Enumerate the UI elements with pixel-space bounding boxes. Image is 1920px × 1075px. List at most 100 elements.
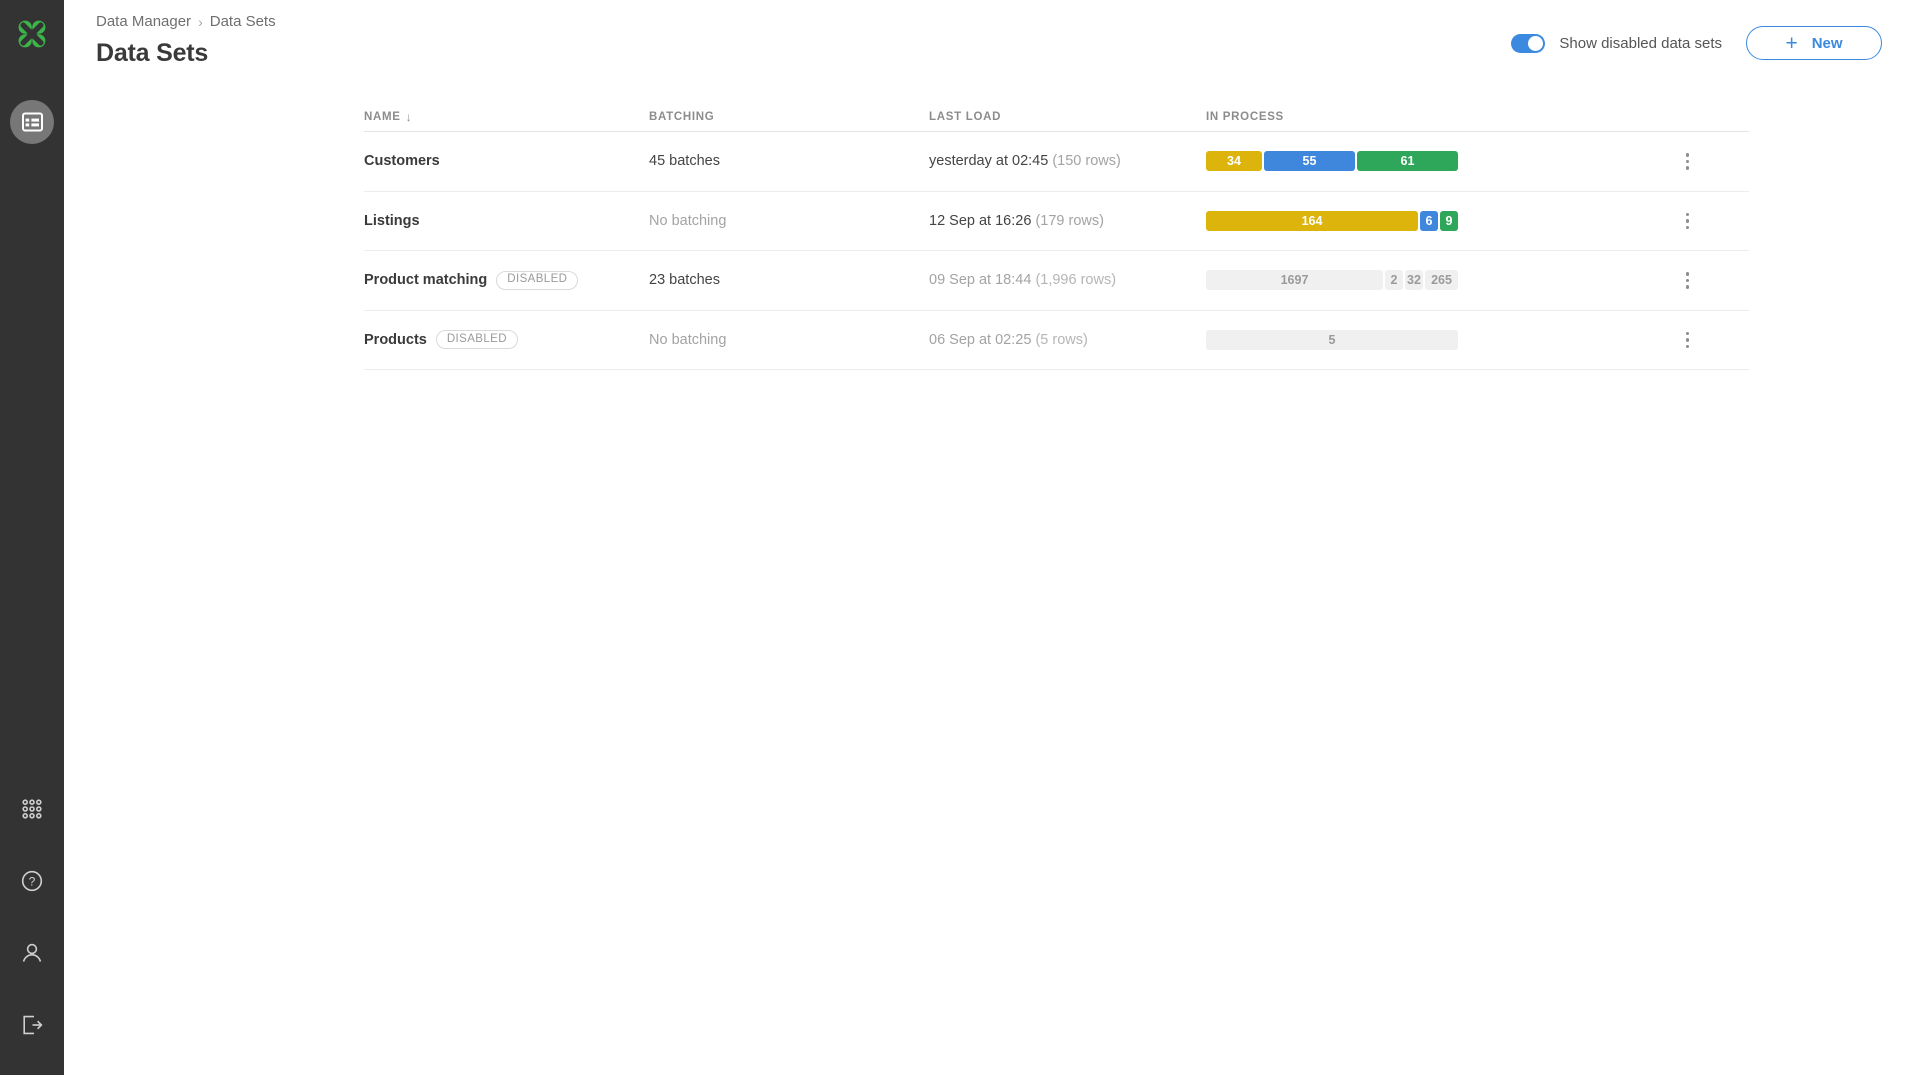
cell-batching: No batching: [649, 213, 929, 229]
table-row[interactable]: Listings No batching 12 Sep at 16:26 (179 …: [364, 192, 1749, 252]
toggle-knob: [1528, 36, 1543, 51]
in-process-segment: 55: [1264, 151, 1355, 171]
breadcrumb-item-data-sets[interactable]: Data Sets: [210, 12, 276, 32]
status-badge: DISABLED: [496, 271, 578, 290]
in-process-bar: 16469: [1206, 211, 1458, 231]
data-set-name[interactable]: ProductsDISABLED: [364, 330, 518, 349]
data-set-name[interactable]: Product matching DISABLED: [364, 271, 578, 290]
page-title: Data Sets: [96, 39, 276, 68]
last-load-when: yesterday at 02:45: [929, 153, 1048, 169]
last-load-rows: (150 rows): [1052, 153, 1121, 169]
column-header-in-process[interactable]: IN PROCESS: [1206, 111, 1626, 123]
clover-logo-icon: [13, 15, 51, 53]
kebab-menu-icon[interactable]: [1675, 145, 1701, 177]
in-process-bar: 1697232265: [1206, 270, 1458, 290]
kebab-menu-icon[interactable]: [1675, 205, 1701, 237]
in-process-segment: 265: [1425, 270, 1458, 290]
main-content: Data Manager › Data Sets Data Sets Show …: [64, 0, 1920, 1075]
sidebar-item-account[interactable]: [12, 933, 52, 973]
column-header-name[interactable]: NAME ↓: [364, 111, 649, 123]
cell-name: Listings: [364, 213, 649, 229]
data-set-name[interactable]: Customers: [364, 153, 440, 169]
new-button-label: New: [1812, 35, 1843, 52]
user-icon: [21, 942, 43, 964]
cell-last-load: yesterday at 02:45 (150 rows): [929, 153, 1206, 169]
batching-value: 45 batches: [649, 153, 720, 169]
in-process-bar: 345561: [1206, 151, 1458, 171]
last-load-value: 06 Sep at 02:25 (5 rows): [929, 332, 1088, 348]
cell-actions: [1626, 205, 1749, 237]
in-process-bar: 5: [1206, 330, 1458, 350]
last-load-value: 09 Sep at 18:44 (1,996 rows): [929, 272, 1116, 288]
breadcrumb-separator-icon: ›: [198, 12, 203, 32]
column-header-name-label: NAME: [364, 111, 401, 123]
last-load-when: 06 Sep at 02:25: [929, 332, 1031, 348]
in-process-segment: 5: [1206, 330, 1458, 350]
cell-batching: No batching: [649, 332, 929, 348]
sidebar-item-apps[interactable]: [12, 789, 52, 829]
data-sets-table: NAME ↓ BATCHING LAST LOAD IN PROCESS Cus…: [364, 102, 1749, 370]
last-load-rows: (5 rows): [1035, 332, 1087, 348]
cell-last-load: 12 Sep at 16:26 (179 rows): [929, 213, 1206, 229]
sidebar-nav-top: [10, 100, 54, 144]
data-set-name-label: Product matching: [364, 272, 487, 288]
svg-text:?: ?: [29, 875, 36, 889]
cell-batching: 23 batches: [649, 272, 929, 288]
title-block: Data Manager › Data Sets Data Sets: [96, 0, 276, 68]
cell-batching: 45 batches: [649, 153, 929, 169]
breadcrumb-item-data-manager[interactable]: Data Manager: [96, 12, 191, 32]
sidebar-item-logout[interactable]: [12, 1005, 52, 1045]
batching-value: 23 batches: [649, 272, 720, 288]
kebab-menu-icon[interactable]: [1675, 264, 1701, 296]
in-process-segment: 32: [1405, 270, 1423, 290]
apps-grid-icon: [22, 799, 42, 819]
cell-in-process: 345561: [1206, 151, 1626, 171]
in-process-segment: 6: [1420, 211, 1438, 231]
cell-in-process: 16469: [1206, 211, 1626, 231]
sidebar: ?: [0, 0, 64, 1075]
cell-name: Customers: [364, 153, 649, 169]
logout-icon: [21, 1014, 43, 1036]
cell-last-load: 09 Sep at 18:44 (1,996 rows): [929, 272, 1206, 288]
app-root: ? Data Manager: [0, 0, 1920, 1075]
table-row[interactable]: Customers 45 batches yesterday at 02:45 (1…: [364, 132, 1749, 192]
table-header-row: NAME ↓ BATCHING LAST LOAD IN PROCESS: [364, 102, 1749, 132]
data-set-name[interactable]: Listings: [364, 213, 420, 229]
cell-actions: [1626, 264, 1749, 296]
data-manager-icon: [22, 112, 43, 132]
sidebar-item-data-manager[interactable]: [10, 100, 54, 144]
data-set-name-label: Customers: [364, 153, 440, 169]
table-row[interactable]: ProductsDISABLED No batching 06 Sep at 02:…: [364, 311, 1749, 371]
show-disabled-toggle-label: Show disabled data sets: [1559, 35, 1722, 52]
last-load-rows: (1,996 rows): [1035, 272, 1116, 288]
data-sets-table-wrapper: NAME ↓ BATCHING LAST LOAD IN PROCESS Cus…: [64, 88, 1920, 370]
page-header: Data Manager › Data Sets Data Sets Show …: [64, 0, 1920, 88]
batching-value: No batching: [649, 213, 726, 229]
last-load-when: 09 Sep at 18:44: [929, 272, 1031, 288]
cell-actions: [1626, 145, 1749, 177]
in-process-segment: 1697: [1206, 270, 1383, 290]
show-disabled-toggle[interactable]: [1511, 34, 1545, 53]
in-process-segment: 9: [1440, 211, 1458, 231]
column-header-batching[interactable]: BATCHING: [649, 111, 929, 123]
cell-in-process: 1697232265: [1206, 270, 1626, 290]
cell-in-process: 5: [1206, 330, 1626, 350]
new-button[interactable]: + New: [1746, 26, 1882, 60]
in-process-segment: 61: [1357, 151, 1458, 171]
cell-last-load: 06 Sep at 02:25 (5 rows): [929, 332, 1206, 348]
in-process-segment: 34: [1206, 151, 1262, 171]
in-process-segment: 164: [1206, 211, 1418, 231]
kebab-menu-icon[interactable]: [1675, 324, 1701, 356]
app-logo[interactable]: [0, 2, 64, 66]
cell-actions: [1626, 324, 1749, 356]
header-actions: Show disabled data sets + New: [1511, 0, 1882, 60]
batching-value: No batching: [649, 332, 726, 348]
plus-icon: +: [1785, 33, 1797, 54]
cell-name: ProductsDISABLED: [364, 330, 649, 349]
table-row[interactable]: Product matching DISABLED 23 batches 09 Sep…: [364, 251, 1749, 311]
column-header-last-load[interactable]: LAST LOAD: [929, 111, 1206, 123]
sidebar-item-help[interactable]: ?: [12, 861, 52, 901]
sort-descending-icon: ↓: [406, 111, 413, 123]
last-load-value: yesterday at 02:45 (150 rows): [929, 153, 1121, 169]
data-set-name-label: Listings: [364, 213, 420, 229]
